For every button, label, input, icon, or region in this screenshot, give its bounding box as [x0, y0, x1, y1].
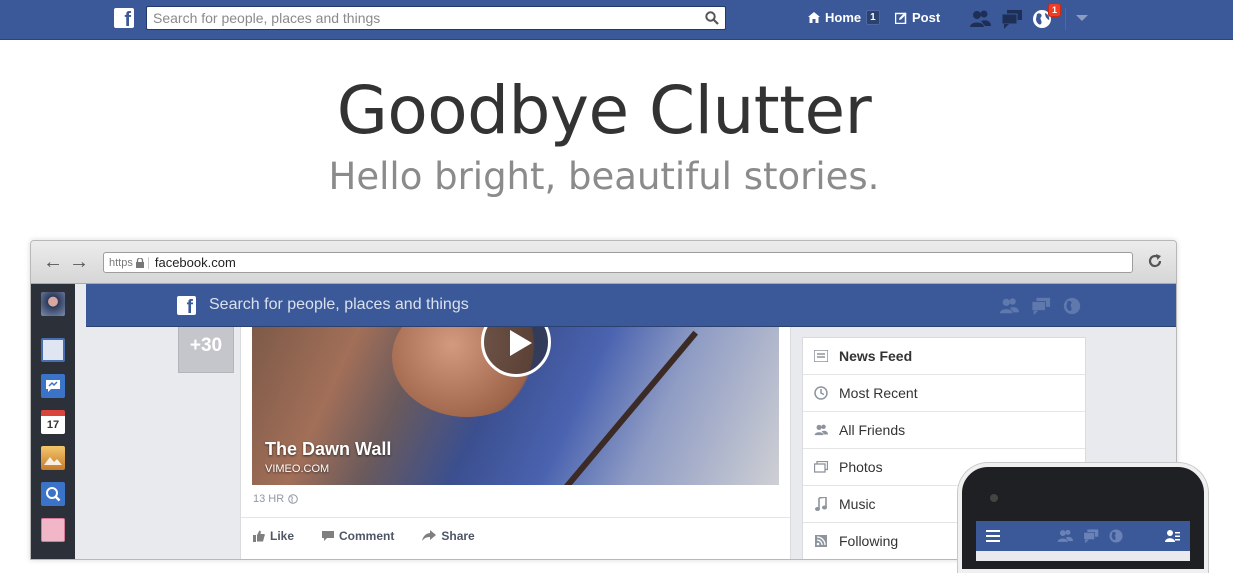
search-input[interactable] — [147, 7, 687, 29]
landscape-icon — [44, 457, 62, 465]
hero-subtitle: Hello bright, beautiful stories. — [328, 155, 880, 198]
back-arrow-icon[interactable]: ← — [43, 252, 63, 272]
toolbar-divider — [1065, 8, 1066, 30]
home-icon — [808, 12, 820, 23]
phone-contacts-icon[interactable] — [1164, 528, 1180, 544]
phone-messages-icon[interactable] — [1082, 528, 1100, 544]
timestamp-text[interactable]: 13 HR — [253, 493, 284, 505]
inner-facebook-header: f Search for people, places and things — [86, 284, 1176, 327]
sidebar-item-most-recent[interactable]: Most Recent — [803, 375, 1085, 412]
sidebar-item-label: Most Recent — [839, 385, 918, 401]
sidebar-item-label: News Feed — [839, 348, 913, 364]
video-title[interactable]: The Dawn Wall — [265, 439, 391, 460]
chat-bubble-icon — [46, 380, 60, 392]
https-indicator: https — [109, 256, 149, 269]
thumbs-up-icon — [253, 530, 265, 542]
home-link[interactable]: Home 1 — [808, 10, 880, 25]
phone-globe-icon[interactable] — [1108, 528, 1124, 544]
hero-title: Goodbye Clutter — [336, 72, 872, 149]
phone-mockup — [958, 463, 1208, 573]
comment-bubble-icon — [322, 531, 335, 541]
lock-icon — [135, 257, 144, 268]
magnifier-icon — [46, 487, 61, 502]
friends-icon — [813, 422, 829, 438]
forward-arrow-icon[interactable]: → — [69, 252, 89, 272]
home-count-badge: 1 — [866, 10, 880, 25]
story-actions: Like Comment Share — [241, 517, 790, 554]
browser-toolbar: ← → https facebook.com — [31, 241, 1176, 284]
public-globe-icon — [288, 494, 298, 504]
more-photos-tile[interactable]: +30 — [178, 327, 234, 373]
clock-icon — [813, 385, 829, 401]
story-timestamp: 13 HR — [253, 493, 298, 505]
gift-app-icon[interactable] — [41, 518, 65, 542]
photos-app-icon[interactable] — [41, 446, 65, 470]
sidebar-item-news-feed[interactable]: News Feed — [803, 338, 1085, 375]
phone-camera — [990, 494, 998, 502]
top-navbar: f Home 1 Post 1 — [0, 0, 1233, 40]
inner-globe-icon[interactable] — [1062, 296, 1082, 316]
notifications-badge: 1 — [1048, 3, 1062, 17]
home-label: Home — [825, 10, 862, 25]
like-label: Like — [270, 529, 295, 543]
video-thumbnail[interactable]: The Dawn Wall VIMEO.COM — [252, 327, 779, 485]
calendar-app-icon[interactable]: 17 — [41, 410, 65, 434]
https-label: https — [109, 256, 133, 269]
post-link[interactable]: Post — [895, 10, 940, 25]
like-button[interactable]: Like — [253, 529, 294, 543]
friend-requests-icon[interactable] — [968, 8, 992, 30]
messages-icon[interactable] — [1000, 8, 1024, 30]
inner-messages-icon[interactable] — [1030, 296, 1052, 316]
share-label: Share — [441, 529, 475, 543]
hamburger-menu-icon[interactable] — [986, 529, 1000, 543]
post-label: Post — [912, 10, 941, 25]
rss-icon — [813, 533, 829, 549]
news-feed-icon — [813, 348, 829, 364]
share-button[interactable]: Share — [422, 529, 475, 543]
phone-header-bar — [976, 521, 1190, 551]
comment-label: Comment — [339, 529, 395, 543]
url-text: facebook.com — [154, 255, 236, 270]
phone-friends-icon[interactable] — [1056, 528, 1074, 544]
inner-friends-icon[interactable] — [998, 296, 1020, 316]
address-bar[interactable]: https facebook.com — [103, 252, 1133, 273]
sidebar-item-label: Photos — [839, 459, 883, 475]
share-arrow-icon — [422, 530, 437, 541]
search-icon[interactable] — [705, 11, 719, 25]
news-feed-app-icon[interactable] — [41, 338, 65, 362]
sidebar-item-label: Music — [839, 496, 876, 512]
sidebar-item-label: All Friends — [839, 422, 906, 438]
search-app-icon[interactable] — [41, 482, 65, 506]
sidebar-item-label: Following — [839, 533, 899, 549]
sidebar-item-all-friends[interactable]: All Friends — [803, 412, 1085, 449]
edit-icon — [895, 12, 907, 24]
reload-icon[interactable] — [1146, 252, 1164, 270]
inner-search-field[interactable]: Search for people, places and things — [209, 296, 469, 314]
messages-app-icon[interactable] — [41, 374, 65, 398]
inner-facebook-logo[interactable]: f — [177, 296, 196, 315]
photos-icon — [813, 459, 829, 475]
comment-button[interactable]: Comment — [322, 529, 394, 543]
facebook-logo[interactable]: f — [114, 8, 134, 28]
profile-avatar[interactable] — [41, 292, 65, 316]
search-box[interactable] — [146, 6, 726, 30]
phone-screen — [976, 521, 1190, 561]
music-icon — [813, 496, 829, 512]
rope-image — [551, 330, 699, 485]
app-icon-rail: 17 — [31, 284, 75, 559]
feed-story: The Dawn Wall VIMEO.COM 13 HR Like Comme… — [240, 327, 791, 559]
account-menu-caret-icon[interactable] — [1076, 15, 1088, 21]
video-source: VIMEO.COM — [265, 463, 330, 475]
